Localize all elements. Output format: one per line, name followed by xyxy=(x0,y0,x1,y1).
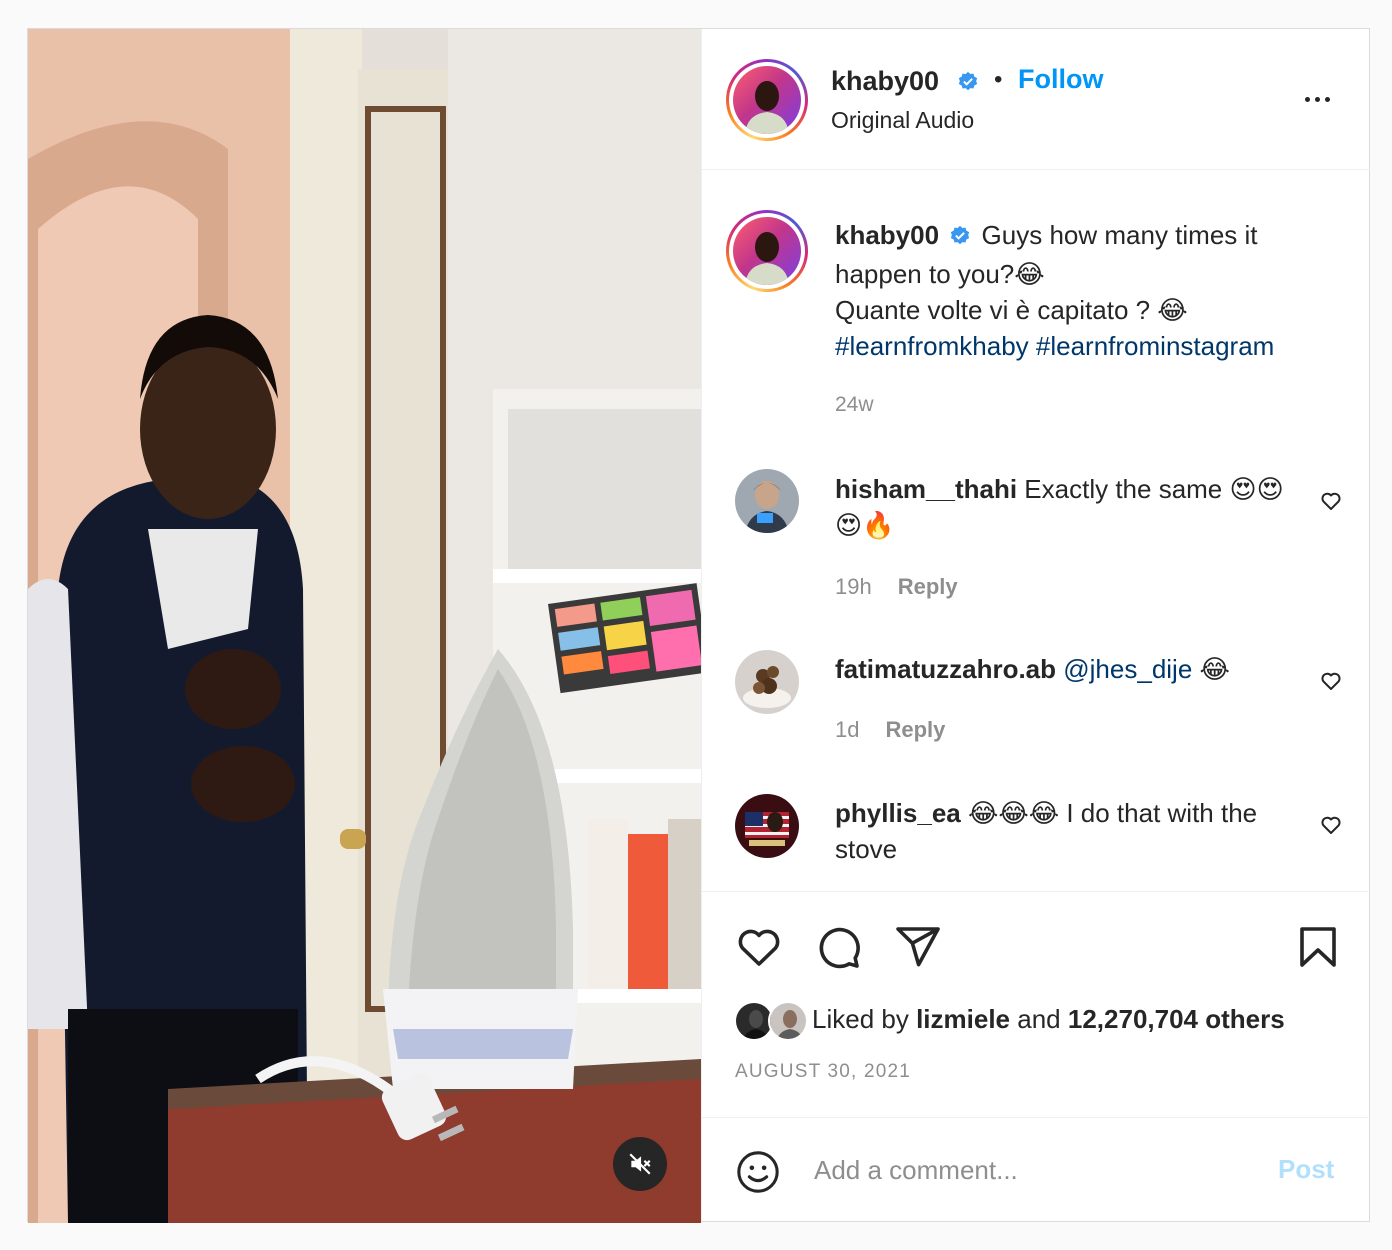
verified-badge-icon xyxy=(957,71,979,98)
post-side-panel: khaby00 • Follow Original Audio khaby00 … xyxy=(701,29,1370,1221)
avatar-photo xyxy=(745,81,789,134)
post-comment-button[interactable]: Post xyxy=(1278,1154,1334,1185)
liker-avatar[interactable] xyxy=(768,1001,808,1041)
likes-prefix: Liked by xyxy=(812,1004,909,1034)
verified-badge-icon xyxy=(949,220,971,256)
more-options-icon[interactable] xyxy=(1297,87,1337,111)
muted-speaker-icon xyxy=(629,1153,651,1175)
audio-label[interactable]: Original Audio xyxy=(831,107,974,134)
commenter-avatar[interactable] xyxy=(735,469,799,533)
avatar-photo xyxy=(735,794,799,858)
comment-username[interactable]: hisham__thahi xyxy=(835,474,1017,504)
post-video[interactable] xyxy=(28,29,701,1223)
share-icon[interactable] xyxy=(894,923,942,971)
commenter-avatar[interactable] xyxy=(735,794,799,858)
comment-time[interactable]: 1d xyxy=(835,717,859,742)
reply-button[interactable]: Reply xyxy=(885,717,945,742)
comment-username[interactable]: fatimatuzzahro.ab xyxy=(835,654,1056,684)
bookmark-icon[interactable] xyxy=(1294,923,1342,971)
instagram-post: khaby00 • Follow Original Audio khaby00 … xyxy=(27,28,1370,1223)
commenter-avatar[interactable] xyxy=(735,650,799,714)
heart-icon[interactable] xyxy=(1319,489,1343,513)
emoji-icon[interactable] xyxy=(735,1149,781,1195)
caption-username[interactable]: khaby00 xyxy=(835,220,939,250)
likes-summary: Liked by lizmiele and 12,270,704 others xyxy=(812,1004,1285,1035)
post-header: khaby00 • Follow Original Audio xyxy=(702,29,1370,170)
likes-count[interactable]: 12,270,704 others xyxy=(1068,1004,1285,1034)
comment-body: phyllis_ea 😂😂😂 I do that with the stove xyxy=(835,795,1285,867)
comment-body: hisham__thahi Exactly the same 😍😍😍🔥 xyxy=(835,471,1285,543)
comment-input[interactable] xyxy=(814,1150,1254,1190)
avatar-photo xyxy=(770,1003,806,1039)
likes-joiner: and xyxy=(1017,1004,1061,1034)
caption-timestamp[interactable]: 24w xyxy=(835,393,874,417)
video-frame xyxy=(28,29,701,1223)
comment-time[interactable]: 19h xyxy=(835,574,872,599)
add-comment-bar: Post xyxy=(702,1117,1370,1221)
post-date[interactable]: AUGUST 30, 2021 xyxy=(735,1061,911,1083)
mute-toggle-button[interactable] xyxy=(613,1137,667,1191)
follow-button[interactable]: Follow xyxy=(1018,64,1103,95)
mention-link[interactable]: @jhes_dije xyxy=(1063,654,1192,684)
heart-icon[interactable] xyxy=(1319,813,1343,837)
hashtag-link[interactable]: #learnfrominstagram xyxy=(1036,331,1274,361)
caption-text: khaby00 Guys how many times it happen to… xyxy=(835,217,1345,364)
heart-icon[interactable] xyxy=(1319,669,1343,693)
comment-text: 😂 xyxy=(1192,654,1230,684)
comment-icon[interactable] xyxy=(814,923,862,971)
avatar-photo xyxy=(735,650,799,714)
separator-dot: • xyxy=(994,66,1003,93)
caption-line-2: Quante volte vi è capitato ? 😂 xyxy=(835,295,1188,325)
liker-username[interactable]: lizmiele xyxy=(916,1004,1010,1034)
avatar-photo xyxy=(745,232,789,285)
avatar-photo xyxy=(735,469,799,533)
comment-meta: 19h Reply xyxy=(835,574,958,600)
author-username[interactable]: khaby00 xyxy=(831,66,939,97)
heart-icon[interactable] xyxy=(735,923,783,971)
comment-meta: 1d Reply xyxy=(835,717,945,743)
comment-username[interactable]: phyllis_ea xyxy=(835,798,961,828)
hashtag-link[interactable]: #learnfromkhaby xyxy=(835,331,1029,361)
caption-author-avatar[interactable] xyxy=(726,210,808,292)
author-avatar[interactable] xyxy=(726,59,808,141)
reply-button[interactable]: Reply xyxy=(898,574,958,599)
comment-body: fatimatuzzahro.ab @jhes_dije 😂 xyxy=(835,651,1285,687)
actions-divider xyxy=(702,891,1370,892)
